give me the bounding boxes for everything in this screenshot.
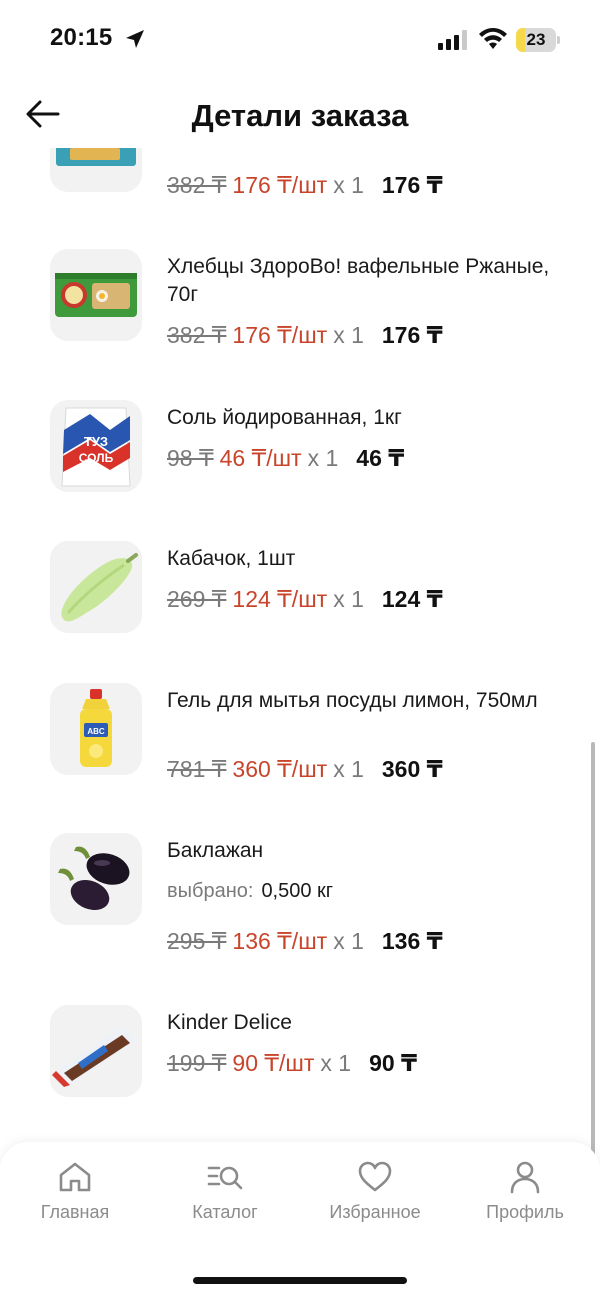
profile-icon bbox=[510, 1161, 540, 1194]
quantity: x 1 bbox=[307, 445, 339, 471]
product-thumbnail bbox=[50, 833, 142, 925]
new-price: 124 ₸/шт bbox=[232, 586, 328, 612]
heart-icon bbox=[358, 1161, 392, 1192]
price-row: 269 ₸ 124 ₸/шт x 1 124 ₸ bbox=[167, 586, 443, 613]
eggplant-image-icon bbox=[58, 846, 130, 910]
item-total: 176 ₸ bbox=[381, 322, 443, 348]
bottom-navigation: Главная Каталог Избранное Профиль bbox=[0, 1142, 600, 1297]
nav-item-favorites[interactable]: Избранное bbox=[300, 1156, 450, 1236]
item-total: 176 ₸ bbox=[381, 172, 443, 198]
new-price: 90 ₸/шт bbox=[232, 1050, 315, 1076]
new-price: 46 ₸/шт bbox=[219, 445, 302, 471]
bread-crisps-image-icon bbox=[55, 273, 137, 317]
quantity: x 1 bbox=[333, 586, 364, 612]
selected-value: 0,500 кг bbox=[261, 880, 334, 902]
nav-item-catalog[interactable]: Каталог bbox=[150, 1156, 300, 1236]
selected-weight: выбрано: 0,500 кг bbox=[167, 880, 333, 903]
page-header: Детали заказа bbox=[0, 80, 600, 148]
nav-item-home[interactable]: Главная bbox=[0, 1156, 150, 1236]
home-icon bbox=[59, 1162, 91, 1192]
product-thumbnail bbox=[50, 249, 142, 341]
product-name: Хлебцы ЗдороВо! вафельные Ржаные, 70г bbox=[167, 255, 550, 306]
dish-gel-bottle-image-icon: ABC bbox=[80, 689, 112, 767]
zucchini-image-icon bbox=[61, 553, 138, 622]
old-price: 269 ₸ bbox=[167, 586, 227, 612]
price-row: 382 ₸ 176 ₸/шт x 1 176 ₸ bbox=[167, 322, 443, 349]
quantity: x 1 bbox=[333, 322, 364, 348]
product-thumbnail: ТУЗ СОЛЬ bbox=[50, 400, 142, 492]
old-price: 295 ₸ bbox=[167, 928, 227, 954]
catalog-search-icon bbox=[207, 1166, 243, 1190]
svg-text:СОЛЬ: СОЛЬ bbox=[79, 451, 114, 465]
nav-item-profile[interactable]: Профиль bbox=[450, 1156, 600, 1236]
product-name: Баклажан bbox=[167, 839, 264, 862]
page-title: Детали заказа bbox=[191, 98, 409, 133]
salt-pack-image-icon: ТУЗ СОЛЬ bbox=[61, 407, 131, 487]
item-total: 46 ₸ bbox=[356, 445, 405, 471]
quantity: x 1 bbox=[333, 172, 364, 198]
new-price: 136 ₸/шт bbox=[232, 928, 328, 954]
new-price: 176 ₸/шт bbox=[232, 322, 328, 348]
product-name: Kinder Delice bbox=[167, 1011, 292, 1034]
price-row: 295 ₸ 136 ₸/шт x 1 136 ₸ bbox=[167, 928, 443, 955]
item-total: 124 ₸ bbox=[381, 586, 443, 612]
item-total: 136 ₸ bbox=[381, 928, 443, 954]
old-price: 382 ₸ bbox=[167, 322, 227, 348]
product-thumbnail: ABC bbox=[50, 683, 142, 775]
old-price: 199 ₸ bbox=[167, 1050, 227, 1076]
item-total: 90 ₸ bbox=[369, 1050, 418, 1076]
kinder-delice-image-icon bbox=[52, 1027, 136, 1087]
old-price: 382 ₸ bbox=[167, 172, 227, 198]
price-row: 781 ₸ 360 ₸/шт x 1 360 ₸ bbox=[167, 756, 443, 783]
selected-label: выбрано: bbox=[167, 880, 254, 902]
product-thumbnail bbox=[50, 541, 142, 633]
svg-text:ABC: ABC bbox=[87, 727, 105, 736]
product-name: Кабачок, 1шт bbox=[167, 547, 296, 570]
new-price: 360 ₸/шт bbox=[232, 756, 328, 782]
nav-label: Главная bbox=[40, 1202, 110, 1222]
old-price: 781 ₸ bbox=[167, 756, 227, 782]
new-price: 176 ₸/шт bbox=[232, 172, 328, 198]
quantity: x 1 bbox=[333, 928, 364, 954]
quantity: x 1 bbox=[333, 756, 364, 782]
svg-text:ТУЗ: ТУЗ bbox=[84, 434, 108, 449]
price-row: 98 ₸ 46 ₸/шт x 1 46 ₸ bbox=[167, 445, 404, 472]
item-total: 360 ₸ bbox=[381, 756, 443, 782]
nav-label: Каталог bbox=[192, 1202, 258, 1222]
quantity: x 1 bbox=[320, 1050, 352, 1076]
order-items-list[interactable]: 382 ₸ 176 ₸/шт x 1 176 ₸ Хлебцы ЗдороВо! ва… bbox=[0, 0, 600, 1297]
old-price: 98 ₸ bbox=[167, 445, 214, 471]
nav-label: Профиль bbox=[486, 1202, 564, 1222]
price-row: 382 ₸ 176 ₸/шт x 1 176 ₸ bbox=[167, 172, 443, 199]
product-name: Гель для мытья посуды лимон, 750мл bbox=[167, 689, 538, 712]
product-name: Соль йодированная, 1кг bbox=[167, 406, 402, 429]
price-row: 199 ₸ 90 ₸/шт x 1 90 ₸ bbox=[167, 1050, 417, 1077]
product-thumbnail bbox=[50, 1005, 142, 1097]
home-indicator bbox=[193, 1277, 407, 1284]
nav-label: Избранное bbox=[329, 1202, 421, 1222]
